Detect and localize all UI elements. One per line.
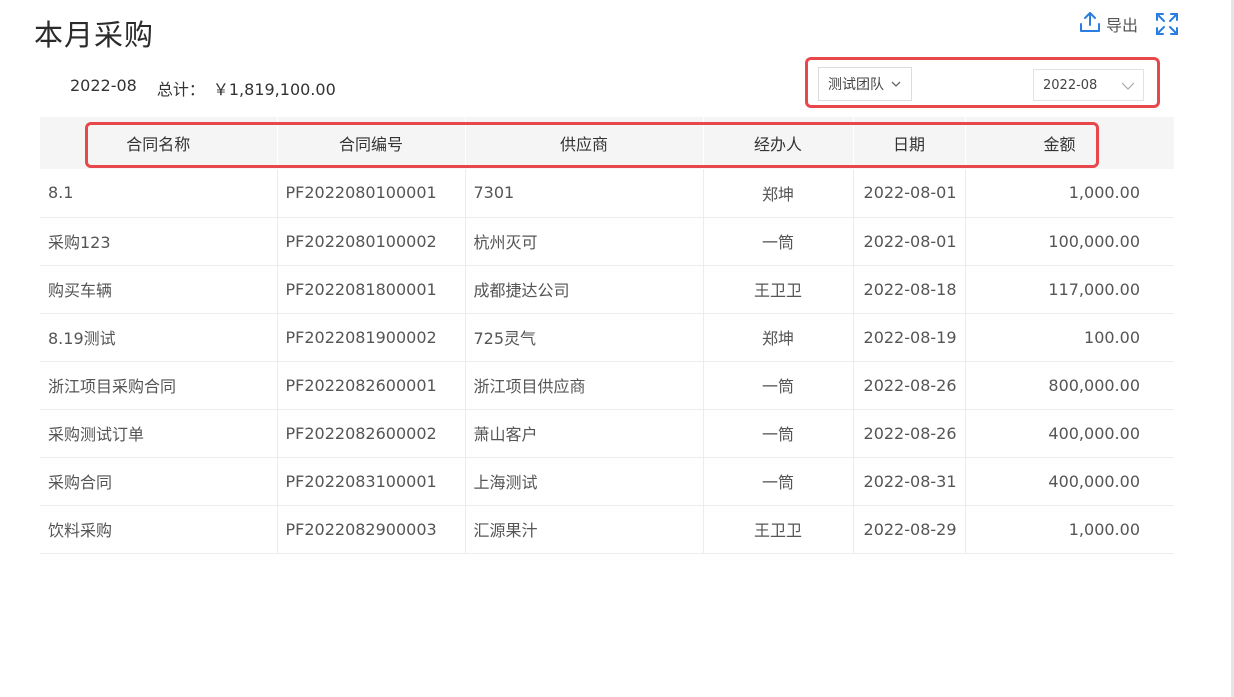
- cell-handler: 一筒: [703, 457, 854, 506]
- cell-handler: 郑坤: [703, 169, 854, 218]
- toolbar: 导出: [1078, 10, 1180, 38]
- team-select-value: 测试团队: [828, 77, 884, 93]
- table-header-row: 合同名称 合同编号 供应商 经办人 日期 金额: [40, 117, 1175, 169]
- cell-amount: 100,000.00: [965, 217, 1174, 266]
- summary-month: 2022-08: [70, 76, 137, 95]
- column-header-handler[interactable]: 经办人: [703, 117, 854, 169]
- cell-supplier: 成都捷达公司: [465, 265, 704, 314]
- cell-supplier: 上海测试: [465, 457, 704, 506]
- table-row[interactable]: 采购123 PF2022080100002 杭州灭可 一筒 2022-08-01…: [40, 217, 1174, 266]
- column-header-amount[interactable]: 金额: [965, 117, 1175, 169]
- cell-handler: 郑坤: [703, 313, 854, 362]
- total-label: 总计：: [156, 80, 205, 99]
- month-select-value: 2022-08: [1043, 77, 1098, 93]
- cell-amount: 400,000.00: [965, 409, 1174, 458]
- cell-contract-name: 8.19测试: [40, 313, 278, 362]
- export-label: 导出: [1106, 16, 1139, 35]
- table-row[interactable]: 饮料采购 PF2022082900003 汇源果汁 王卫卫 2022-08-29…: [40, 505, 1174, 554]
- table-row[interactable]: 8.19测试 PF2022081900002 725灵气 郑坤 2022-08-…: [40, 313, 1174, 362]
- expand-icon: [1154, 13, 1180, 41]
- cell-date: 2022-08-19: [853, 313, 966, 362]
- column-header-date[interactable]: 日期: [853, 117, 966, 169]
- cell-contract-number: PF2022081900002: [277, 313, 466, 362]
- cell-handler: 王卫卫: [703, 265, 854, 314]
- cell-date: 2022-08-26: [853, 409, 966, 458]
- column-header-contract-number[interactable]: 合同编号: [277, 117, 466, 169]
- cell-handler: 一筒: [703, 409, 854, 458]
- cell-contract-name: 购买车辆: [40, 265, 278, 314]
- table-row[interactable]: 采购测试订单 PF2022082600002 萧山客户 一筒 2022-08-2…: [40, 409, 1174, 458]
- cell-date: 2022-08-01: [853, 169, 966, 218]
- total-value: ￥1,819,100.00: [212, 80, 336, 99]
- cell-handler: 王卫卫: [703, 505, 854, 554]
- cell-contract-name: 8.1: [40, 169, 278, 218]
- cell-supplier: 725灵气: [465, 313, 704, 362]
- cell-supplier: 萧山客户: [465, 409, 704, 458]
- cell-contract-number: PF2022081800001: [277, 265, 466, 314]
- table-row[interactable]: 购买车辆 PF2022081800001 成都捷达公司 王卫卫 2022-08-…: [40, 265, 1174, 314]
- table-row[interactable]: 8.1 PF2022080100001 7301 郑坤 2022-08-01 1…: [40, 169, 1174, 218]
- cell-contract-name: 采购123: [40, 217, 278, 266]
- cell-handler: 一筒: [703, 361, 854, 410]
- export-button[interactable]: 导出: [1078, 10, 1138, 38]
- cell-date: 2022-08-18: [853, 265, 966, 314]
- cell-date: 2022-08-31: [853, 457, 966, 506]
- purchase-table: 合同名称 合同编号 供应商 经办人 日期 金额 8.1 PF2022080100…: [40, 117, 1175, 554]
- page-title: 本月采购: [34, 18, 155, 52]
- cell-amount: 800,000.00: [965, 361, 1174, 410]
- cell-contract-name: 饮料采购: [40, 505, 278, 554]
- cell-contract-name: 浙江项目采购合同: [40, 361, 278, 410]
- cell-date: 2022-08-29: [853, 505, 966, 554]
- table-row[interactable]: 浙江项目采购合同 PF2022082600001 浙江项目供应商 一筒 2022…: [40, 361, 1174, 410]
- cell-handler: 一筒: [703, 217, 854, 266]
- cell-amount: 1,000.00: [965, 505, 1174, 554]
- cell-contract-number: PF2022080100002: [277, 217, 466, 266]
- cell-amount: 400,000.00: [965, 457, 1174, 506]
- cell-amount: 1,000.00: [965, 169, 1174, 218]
- cell-contract-name: 采购测试订单: [40, 409, 278, 458]
- column-header-contract-name[interactable]: 合同名称: [40, 117, 278, 169]
- cell-contract-number: PF2022082600002: [277, 409, 466, 458]
- cell-supplier: 汇源果汁: [465, 505, 704, 554]
- cell-supplier: 7301: [465, 169, 704, 218]
- cell-date: 2022-08-26: [853, 361, 966, 410]
- table-row[interactable]: 采购合同 PF2022083100001 上海测试 一筒 2022-08-31 …: [40, 457, 1174, 506]
- cell-date: 2022-08-01: [853, 217, 966, 266]
- team-select[interactable]: 测试团队: [818, 67, 912, 101]
- column-header-supplier[interactable]: 供应商: [465, 117, 704, 169]
- fullscreen-button[interactable]: [1154, 11, 1180, 37]
- cell-amount: 100.00: [965, 313, 1174, 362]
- cell-contract-number: PF2022083100001: [277, 457, 466, 506]
- cell-supplier: 杭州灭可: [465, 217, 704, 266]
- cell-contract-name: 采购合同: [40, 457, 278, 506]
- summary-bar: 2022-08 总计： ￥1,819,100.00: [70, 76, 336, 100]
- chevron-down-icon: [1121, 82, 1135, 90]
- cell-amount: 117,000.00: [965, 265, 1174, 314]
- cell-contract-number: PF2022080100001: [277, 169, 466, 218]
- cell-contract-number: PF2022082900003: [277, 505, 466, 554]
- cell-contract-number: PF2022082600001: [277, 361, 466, 410]
- cell-supplier: 浙江项目供应商: [465, 361, 704, 410]
- chevron-down-icon: [891, 81, 901, 87]
- upload-icon: [1078, 10, 1102, 38]
- month-select[interactable]: 2022-08: [1033, 69, 1144, 101]
